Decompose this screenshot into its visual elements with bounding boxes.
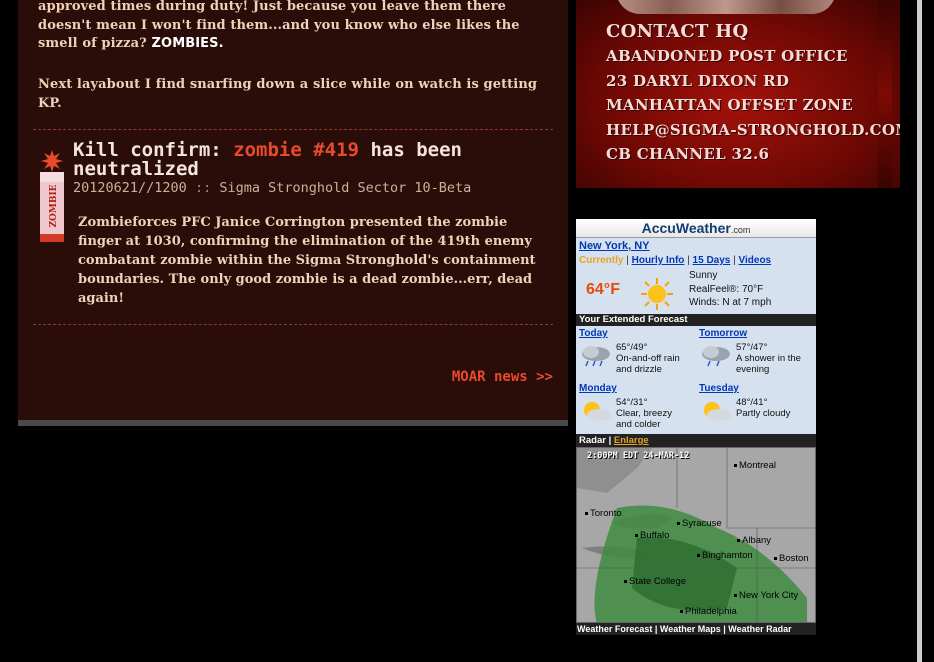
forecast-day-link[interactable]: Monday <box>579 383 617 394</box>
weather-brand[interactable]: AccuWeather.com <box>576 219 816 238</box>
zombie-finger-icon: ZOMBIE <box>40 150 64 242</box>
news-date: 20120621//1200 <box>73 180 187 196</box>
news-headline: Kill confirm: zombie #419 has been neutr… <box>73 139 462 180</box>
contact-lines: CONTACT HQ ABANDONED POST OFFICE 23 DARY… <box>606 20 900 166</box>
radar-title: Radar | Enlarge <box>576 434 816 447</box>
extended-forecast-title: Your Extended Forecast <box>576 314 816 326</box>
forecast-grid: Today 65°/49° On-and-off rain and drizzl… <box>576 326 816 434</box>
partly-sunny-icon <box>584 402 611 421</box>
forecast-day-link[interactable]: Tuesday <box>699 383 739 394</box>
forecast-detail: 65°/49° On-and-off rain and drizzle <box>616 342 680 375</box>
city-link[interactable]: New York, NY <box>579 240 650 252</box>
forecast-detail: 54°/31° Clear, breezy and colder <box>616 397 672 430</box>
enlarge-link[interactable]: Enlarge <box>614 435 649 446</box>
contact-line: ABANDONED POST OFFICE <box>606 47 848 66</box>
scrollbar-track[interactable] <box>917 0 922 662</box>
map-city: Montreal <box>734 460 776 471</box>
map-city: New York City <box>734 590 798 601</box>
forecast-detail: 57°/47° A shower in the evening <box>736 342 801 375</box>
forecast-monday: Monday 54°/31° Clear, breezy and colder <box>576 381 694 433</box>
news-panel: approved times during duty! Just because… <box>18 0 568 426</box>
weather-footer: Weather Forecast | Weather Maps | Weathe… <box>576 623 816 635</box>
divider <box>33 324 553 325</box>
article-paragraph: approved times during duty! Just because… <box>38 0 538 54</box>
news-meta: 20120621//1200 :: Sigma Stronghold Secto… <box>73 180 543 196</box>
finger-label: ZOMBIE <box>49 184 59 227</box>
article-paragraph-2: Next layabout I find snarfing down a sli… <box>38 77 538 111</box>
map-city: State College <box>624 576 686 587</box>
zombie-link[interactable]: zombie #419 <box>233 139 359 161</box>
current-temp: 64°F <box>586 281 620 298</box>
sun-icon <box>641 278 673 310</box>
tab-15days[interactable]: 15 Days <box>693 255 731 266</box>
footer-forecast-link[interactable]: Weather Forecast <box>577 624 652 634</box>
tab-hourly[interactable]: Hourly Info <box>632 255 685 266</box>
footer-radar-link[interactable]: Weather Radar <box>728 624 791 634</box>
footer-maps-link[interactable]: Weather Maps <box>660 624 721 634</box>
map-city: Philadelphia <box>680 606 737 617</box>
map-city: Albany <box>737 535 771 546</box>
map-city: Syracuse <box>677 518 722 529</box>
map-city: Boston <box>774 553 809 564</box>
forecast-day-link[interactable]: Today <box>579 328 608 339</box>
contact-radio: CB CHANNEL 32.6 <box>606 145 770 164</box>
map-city: Buffalo <box>635 530 669 541</box>
shower-cloud-icon <box>702 346 730 367</box>
condition-text: Sunny <box>689 270 718 281</box>
forecast-detail: 48°/41° Partly cloudy <box>736 397 791 419</box>
zombie-hand-graphic <box>616 0 836 14</box>
divider <box>33 129 553 130</box>
meta-separator: :: <box>194 180 212 196</box>
article-text: approved times during duty! Just because… <box>38 0 520 51</box>
radar-map[interactable]: 2:00PM EDT 24-MAR-12 Montreal Toronto Sy… <box>576 447 816 623</box>
forecast-today: Today 65°/49° On-and-off rain and drizzl… <box>576 326 694 378</box>
map-city: Binghamton <box>697 550 753 561</box>
radar-timestamp: 2:00PM EDT 24-MAR-12 <box>587 451 690 461</box>
contact-line: 23 DARYL DIXON RD <box>606 71 790 90</box>
article-emphasis: ZOMBIES. <box>151 36 224 51</box>
forecast-tuesday: Tuesday 48°/41° Partly cloudy <box>696 381 814 433</box>
winds-text: Winds: N at 7 mph <box>689 297 772 308</box>
weather-widget: AccuWeather.com New York, NY Currently |… <box>576 219 816 637</box>
weather-tabs: Currently | Hourly Info | 15 Days | Vide… <box>579 255 772 266</box>
contact-title: CONTACT HQ <box>606 21 749 42</box>
news-location: Sigma Stronghold Sector 10-Beta <box>219 180 472 196</box>
more-news-link[interactable]: MOAR news >> <box>452 369 553 385</box>
forecast-tomorrow: Tomorrow 57°/47° A shower in the evening <box>696 326 814 378</box>
contact-banner: CONTACT HQ ABANDONED POST OFFICE 23 DARY… <box>576 0 900 188</box>
condition-block: Sunny RealFeel®: 70°F Winds: N at 7 mph <box>689 269 771 310</box>
contact-email[interactable]: HELP@SIGMA-STRONGHOLD.COM <box>606 118 900 142</box>
partly-cloudy-icon <box>704 402 731 421</box>
tab-videos[interactable]: Videos <box>739 255 772 266</box>
rain-cloud-icon <box>582 346 610 367</box>
realfeel-text: RealFeel®: 70°F <box>689 283 764 295</box>
tab-currently[interactable]: Currently <box>579 255 623 266</box>
news-body: Zombieforces PFC Janice Corrington prese… <box>78 215 536 306</box>
forecast-day-link[interactable]: Tomorrow <box>699 328 747 339</box>
current-conditions: New York, NY Currently | Hourly Info | 1… <box>576 238 816 314</box>
map-city: Toronto <box>585 508 622 519</box>
contact-line: MANHATTAN OFFSET ZONE <box>606 96 853 115</box>
